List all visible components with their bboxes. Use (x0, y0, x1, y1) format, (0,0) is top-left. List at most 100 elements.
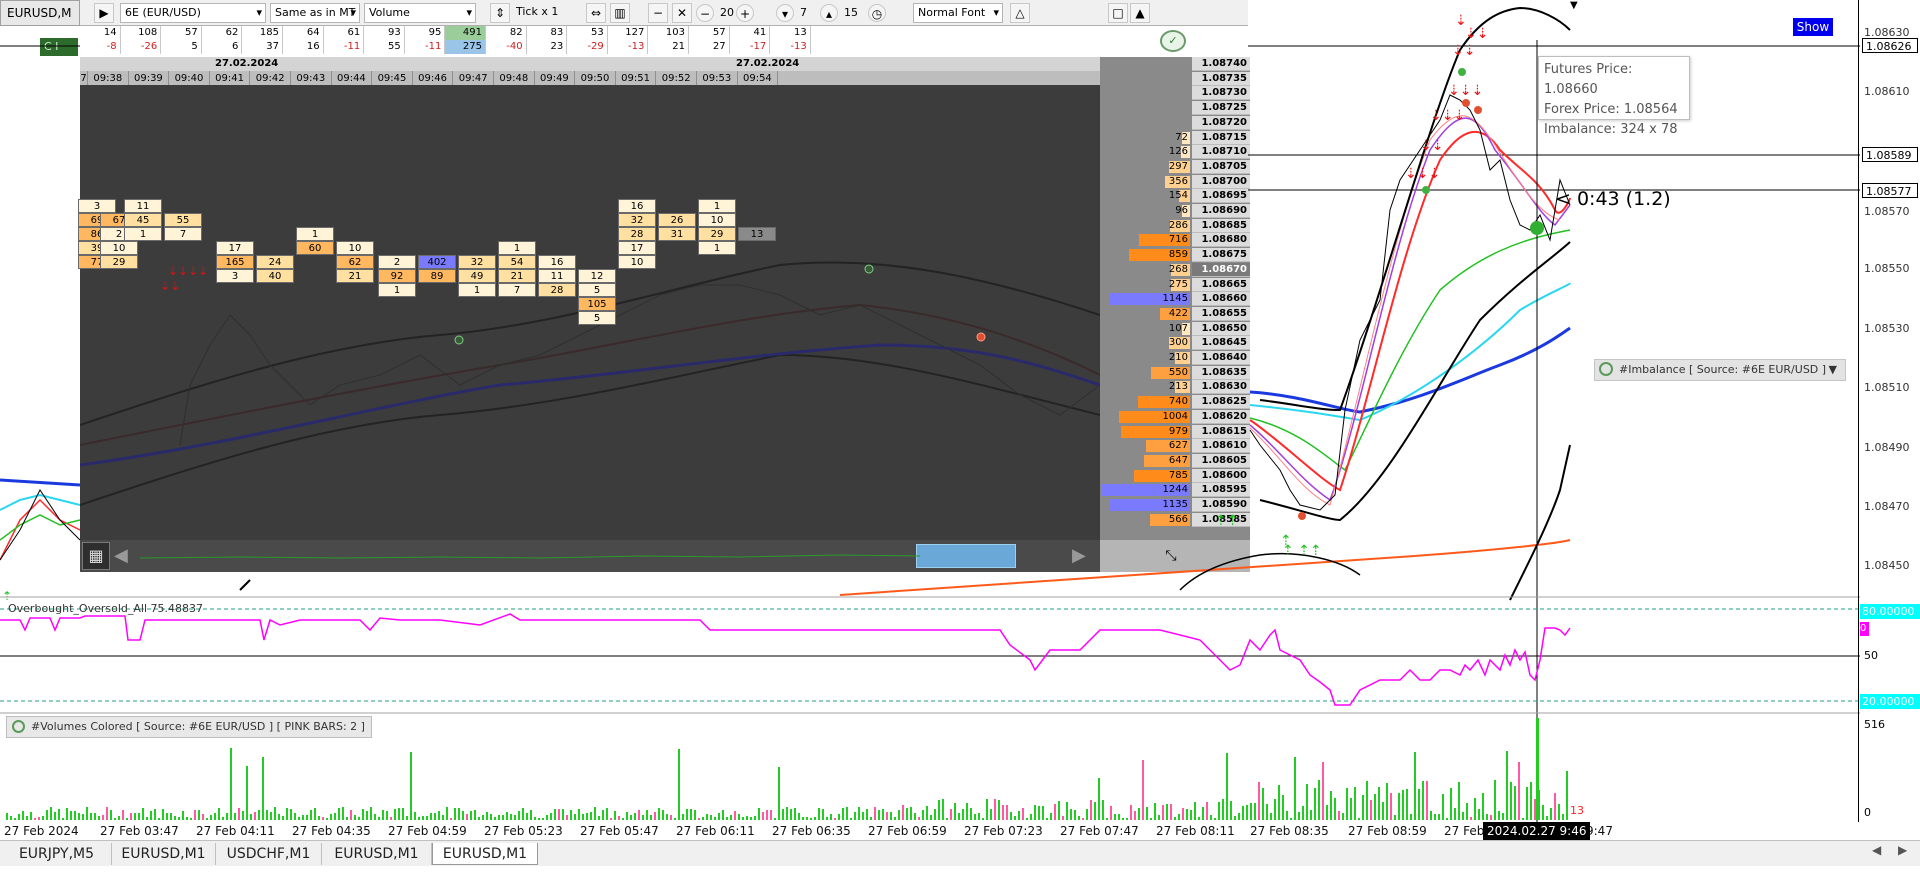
volume-bar (654, 812, 656, 820)
volume-bar (422, 816, 424, 820)
volume-bar (418, 817, 420, 820)
volume-bar (210, 815, 212, 820)
indicator-toggle-icon[interactable] (12, 720, 25, 733)
volume-bar (390, 817, 392, 820)
tab-usdchf-m1[interactable]: USDCHF,M1 (216, 843, 322, 865)
volume-bar (222, 817, 224, 820)
volume-bar (1034, 805, 1036, 820)
time-axis-label: 27 Feb 08:35 (1250, 824, 1329, 838)
svg-text:⇣⇣: ⇣⇣ (1452, 43, 1475, 59)
volume-bar (766, 810, 768, 820)
volume-bar (46, 810, 48, 820)
tab-eurusd-m1-active[interactable]: EURUSD,M1 (432, 843, 538, 865)
volume-bar (1318, 780, 1320, 820)
volume-bar (1410, 814, 1412, 820)
volume-bar (1390, 793, 1392, 820)
price-label: 1.08450 (1864, 559, 1910, 572)
volume-bar (382, 810, 384, 820)
volume-bar (458, 808, 460, 820)
volume-bar (966, 803, 968, 820)
volume-bar (726, 817, 728, 820)
volume-max: 516 (1864, 718, 1885, 731)
volume-bar (822, 809, 824, 820)
volume-bar (122, 810, 124, 820)
volume-bar (950, 809, 952, 820)
volume-bar (694, 810, 696, 820)
volume-bar (1130, 805, 1132, 820)
volume-bar (1490, 815, 1492, 820)
volume-bar (1398, 793, 1400, 820)
volumes-indicator-label[interactable]: #Volumes Colored [ Source: #6E EUR/USD ]… (6, 716, 372, 738)
time-axis-label: 27 Feb 08:59 (1348, 824, 1427, 838)
tab-scroll-right-icon[interactable]: ▶ (1898, 843, 1907, 857)
tab-eurusd-m1[interactable]: EURUSD,M1 (322, 843, 432, 865)
volume-bar (1402, 790, 1404, 820)
volume-bar (1366, 781, 1368, 820)
volume-bar (1350, 798, 1352, 820)
volume-bar (342, 807, 344, 820)
volume-bar (1254, 803, 1256, 820)
osc-level-top: 80.00000 (1860, 604, 1920, 619)
volume-bar (138, 813, 140, 820)
volume-bar (550, 813, 552, 820)
volume-bar (230, 748, 232, 820)
volume-bar (1270, 813, 1272, 820)
volume-bar (810, 818, 812, 820)
time-axis[interactable]: 27 Feb 2024 27 Feb 03:47 27 Feb 04:11 27 Fe… (0, 822, 1920, 840)
price-axis[interactable]: 1.08630 1.08610 1.08570 1.08550 1.08530 … (1860, 0, 1920, 819)
volume-bar (178, 817, 180, 820)
volume-bar (1098, 778, 1100, 820)
volume-bar (454, 808, 456, 820)
imbalance-indicator-label[interactable]: #Imbalance [ Source: #6E EUR/USD ] ▼ (1594, 359, 1846, 381)
volume-bar (798, 813, 800, 820)
volume-bar (910, 807, 912, 820)
volume-bar (1378, 787, 1380, 820)
volume-bar (1374, 794, 1376, 820)
volume-bar (518, 811, 520, 820)
volume-bar (262, 757, 264, 820)
indicator-toggle-icon[interactable] (1599, 362, 1613, 376)
volume-bar (50, 807, 52, 820)
volume-bar (322, 817, 324, 820)
volume-bar (218, 808, 220, 820)
volume-bar (794, 808, 796, 820)
volume-bar (542, 818, 544, 820)
volume-bar (770, 810, 772, 820)
volume-bar (866, 809, 868, 820)
volume-bar (1454, 808, 1456, 820)
volume-bar (18, 814, 20, 820)
volume-bar (1294, 757, 1296, 820)
volume-bar (1330, 791, 1332, 820)
volume-bar (814, 817, 816, 820)
tab-eurjpy-m5[interactable]: EURJPY,M5 (2, 843, 112, 865)
volume-bar (406, 816, 408, 820)
volume-bar (834, 818, 836, 820)
volume-bar (394, 809, 396, 820)
volume-bar (666, 814, 668, 820)
volume-bar (522, 808, 524, 820)
tab-eurusd-m1[interactable]: EURUSD,M1 (112, 843, 216, 865)
volume-bar (1178, 814, 1180, 820)
volume-bar (1150, 818, 1152, 820)
volume-bar (374, 814, 376, 820)
volume-bar (702, 817, 704, 820)
volume-bar (1066, 802, 1068, 820)
volume-bar (350, 810, 352, 820)
volume-bar (430, 813, 432, 820)
volume-bar (62, 818, 64, 820)
volume-bar (1142, 760, 1144, 820)
volume-bar (242, 811, 244, 820)
volume-bar (258, 810, 260, 820)
volume-bar (830, 814, 832, 820)
volume-bar (134, 813, 136, 820)
volume-bar (1522, 818, 1524, 820)
volume-bar (1158, 815, 1160, 820)
volume-bar (530, 810, 532, 820)
volume-bar (1526, 787, 1528, 820)
volume-bar (426, 816, 428, 820)
volume-bar (194, 810, 196, 820)
volume-bar (574, 814, 576, 820)
tab-scroll-left-icon[interactable]: ◀ (1872, 843, 1881, 857)
show-button[interactable]: Show (1793, 18, 1833, 36)
chevron-down-icon[interactable]: ▼ (1829, 360, 1837, 380)
